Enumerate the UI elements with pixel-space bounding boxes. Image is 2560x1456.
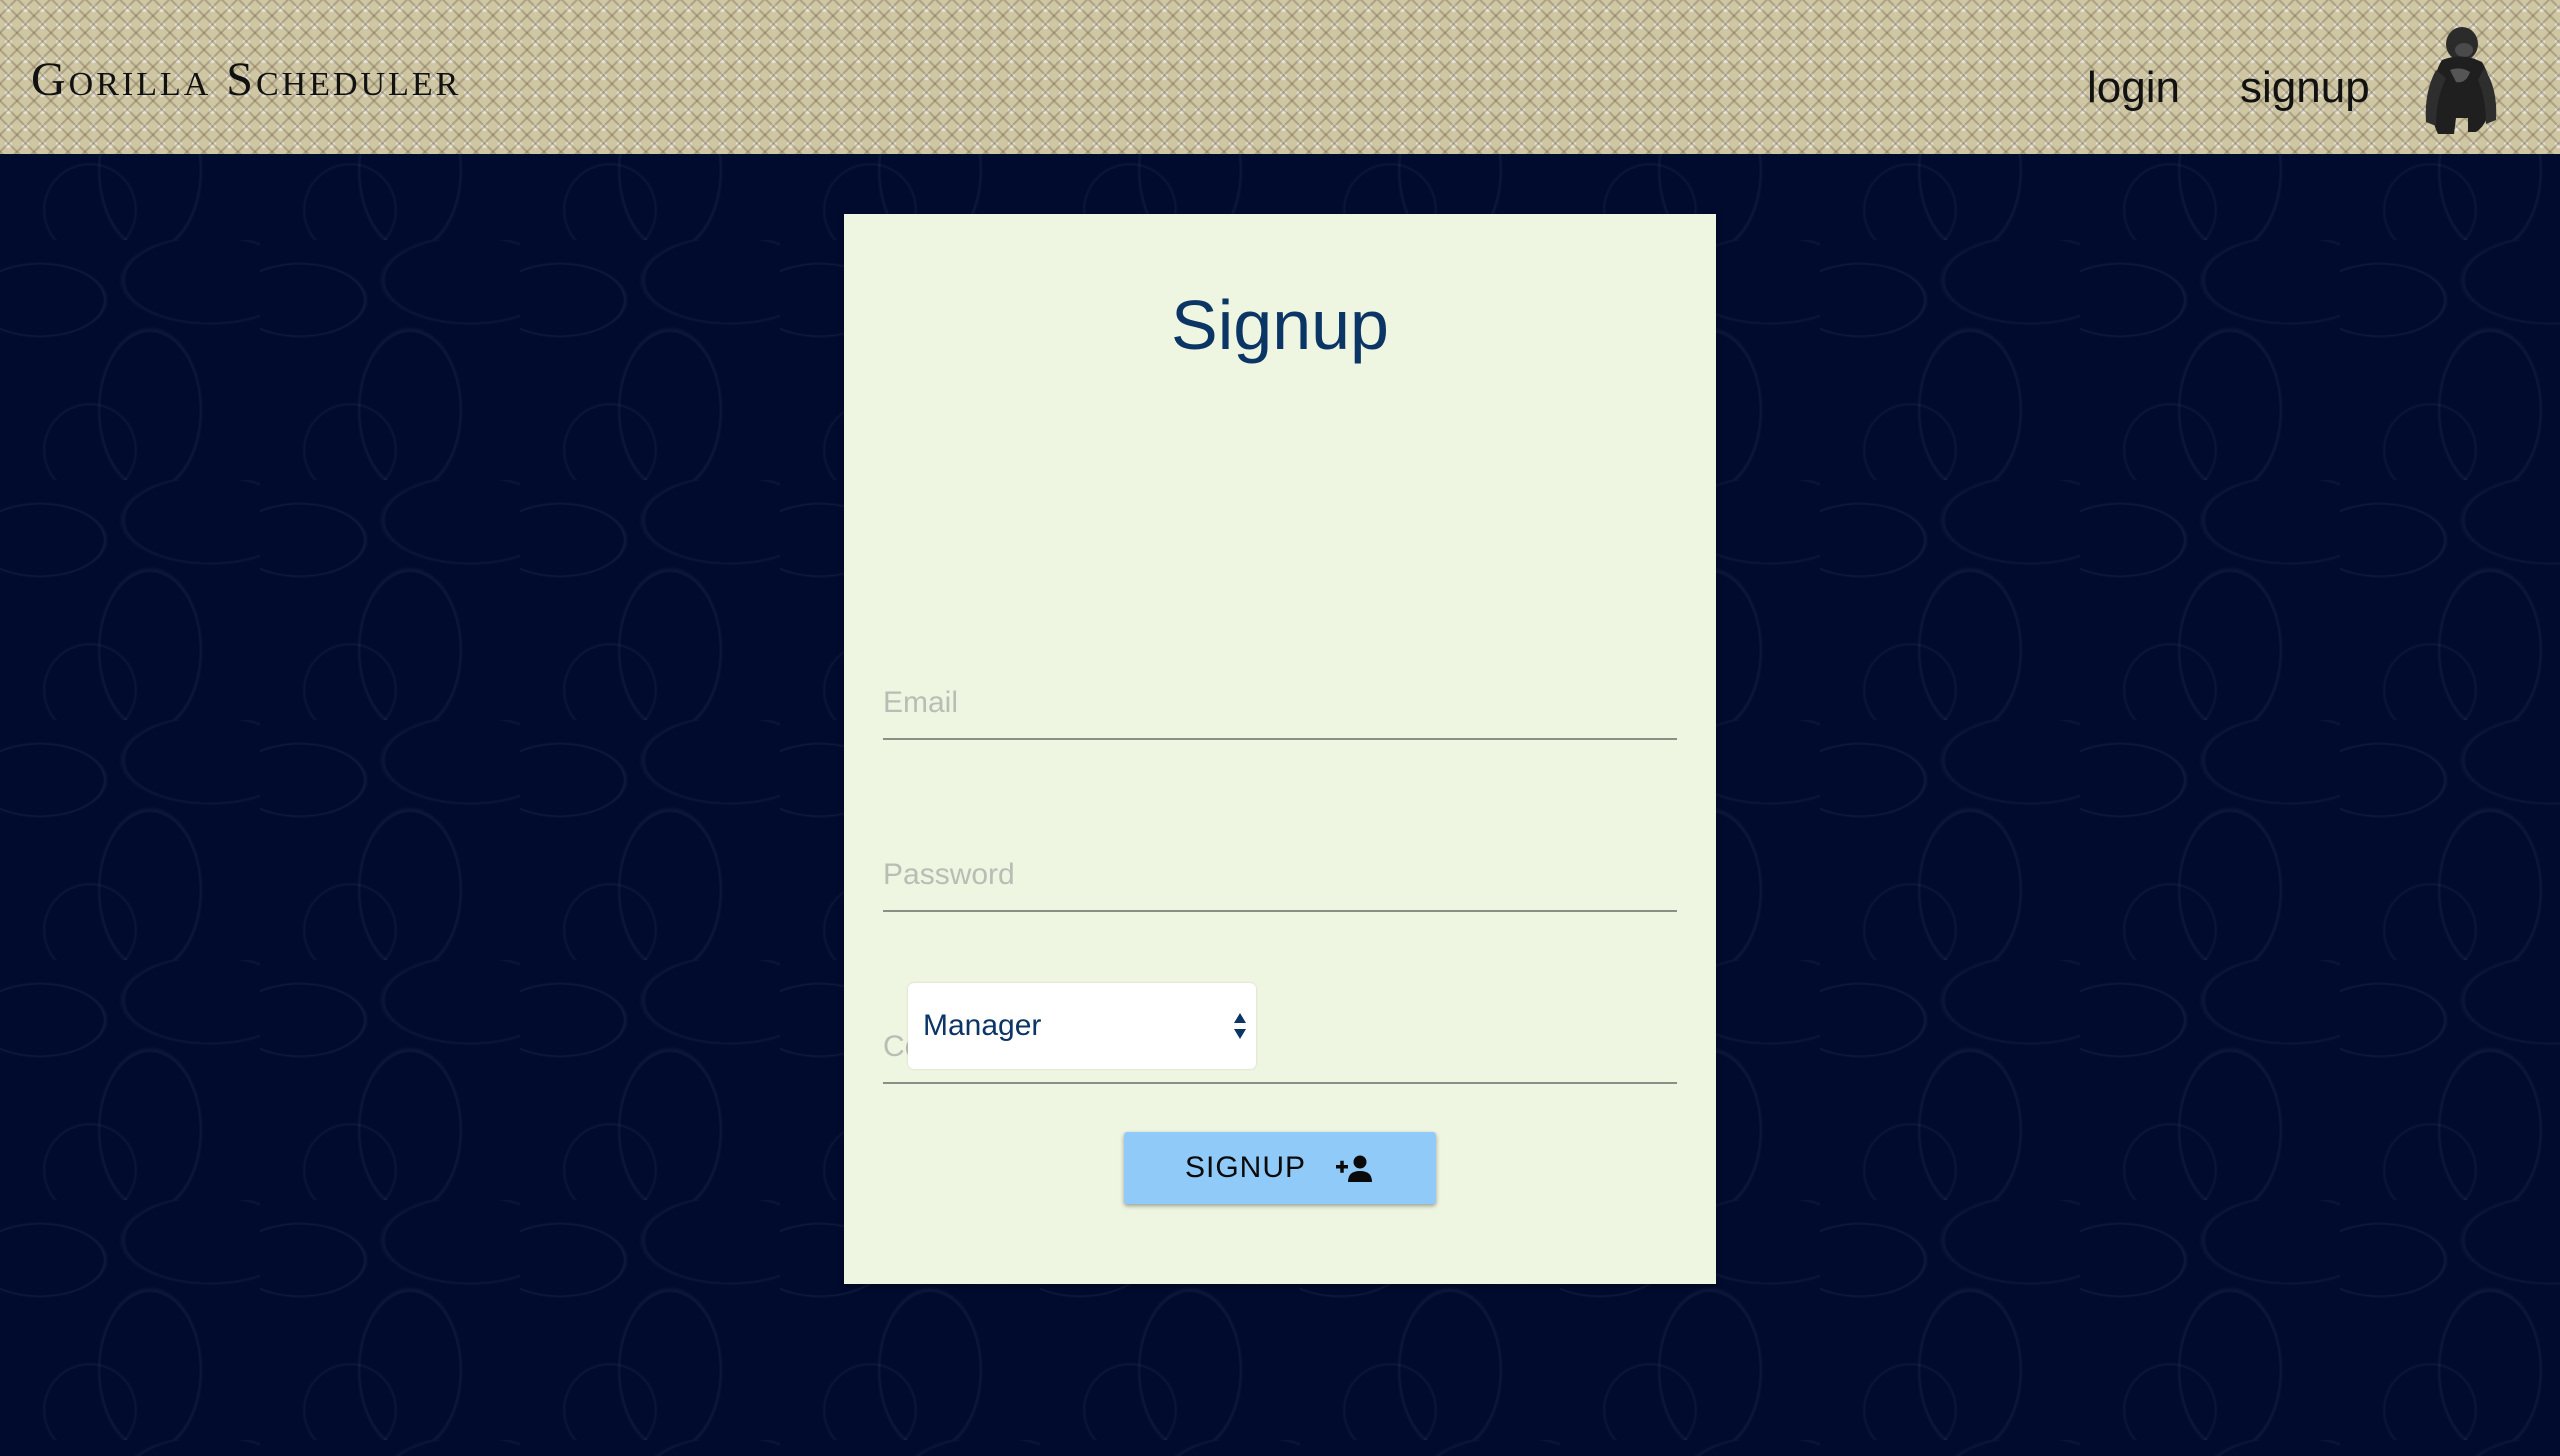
signup-button-label: SIGNUP [1185,1151,1307,1184]
nav-signup-link[interactable]: signup [2240,66,2370,110]
nav-login-link[interactable]: login [2087,66,2180,110]
password-field[interactable] [883,848,1677,912]
signup-title: Signup [1171,286,1389,364]
select-arrows-icon [1234,1013,1246,1039]
role-select-value: Manager [923,1009,1042,1042]
gorilla-icon[interactable] [2416,22,2500,142]
role-select[interactable]: Manager [908,983,1256,1069]
person-add-icon [1336,1155,1372,1182]
signup-button[interactable]: SIGNUP [1124,1132,1436,1204]
top-header: Gorilla Scheduler login signup [0,0,2560,154]
signup-card: Signup Manager SIGNUP [844,214,1716,1284]
email-field[interactable] [883,676,1677,740]
app-brand-title[interactable]: Gorilla Scheduler [31,56,461,104]
